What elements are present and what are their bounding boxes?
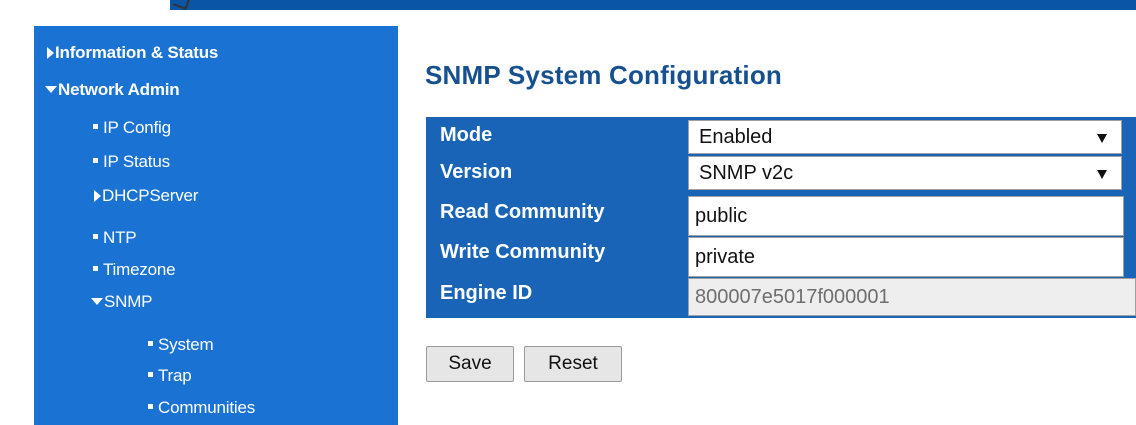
sidebar-item-information-status[interactable]: Information & Status bbox=[47, 43, 218, 63]
sidebar-item-network-admin[interactable]: Network Admin bbox=[45, 80, 180, 100]
sidebar-item-ip-status[interactable]: IP Status bbox=[93, 152, 170, 172]
sidebar-item-label: Network Admin bbox=[58, 80, 180, 99]
sidebar: Information & Status Network Admin IP Co… bbox=[0, 10, 398, 425]
main-content: SNMP System Configuration Mode Enabled V… bbox=[398, 10, 1136, 425]
version-selected-value: SNMP v2c bbox=[699, 162, 794, 184]
triangle-right-icon bbox=[94, 189, 101, 202]
sidebar-item-ip-config[interactable]: IP Config bbox=[93, 118, 171, 138]
write-community-input[interactable]: private bbox=[688, 237, 1124, 277]
bullet-icon bbox=[148, 372, 153, 378]
triangle-down-icon bbox=[91, 298, 103, 306]
mode-label: Mode bbox=[440, 124, 493, 146]
page: Information & Status Network Admin IP Co… bbox=[0, 0, 1136, 425]
read-community-label: Read Community bbox=[440, 201, 605, 223]
sidebar-item-timezone[interactable]: Timezone bbox=[93, 260, 176, 280]
version-select[interactable]: SNMP v2c bbox=[688, 156, 1122, 190]
triangle-right-icon bbox=[47, 46, 54, 59]
bullet-icon bbox=[148, 404, 153, 410]
bullet-icon bbox=[148, 341, 153, 347]
bullet-icon bbox=[93, 158, 98, 164]
mode-selected-value: Enabled bbox=[699, 126, 773, 148]
page-title: SNMP System Configuration bbox=[425, 60, 783, 90]
sidebar-item-label: DHCPServer bbox=[102, 186, 199, 205]
write-community-label: Write Community bbox=[440, 241, 606, 263]
sidebar-item-label: Communities bbox=[158, 398, 255, 417]
engine-id-field: 800007e5017f000001 bbox=[688, 278, 1136, 316]
save-button[interactable]: Save bbox=[426, 346, 514, 382]
sidebar-item-label: SNMP bbox=[104, 292, 153, 311]
bullet-icon bbox=[93, 124, 98, 130]
version-label: Version bbox=[440, 161, 513, 183]
sidebar-item-label: Timezone bbox=[103, 260, 176, 279]
sidebar-item-system[interactable]: System bbox=[148, 335, 214, 355]
sidebar-item-label: IP Status bbox=[103, 152, 170, 171]
sidebar-item-dhcpserver[interactable]: DHCPServer bbox=[94, 186, 198, 206]
sidebar-item-label: System bbox=[158, 335, 214, 354]
sidebar-item-snmp[interactable]: SNMP bbox=[91, 292, 153, 312]
sidebar-item-label: Trap bbox=[158, 366, 192, 385]
sidebar-item-label: IP Config bbox=[103, 118, 171, 137]
dropdown-arrow-icon bbox=[1097, 134, 1107, 143]
sidebar-item-communities[interactable]: Communities bbox=[148, 398, 255, 418]
snmp-config-table: Mode Enabled Version SNMP v2c Read Commu… bbox=[426, 117, 1136, 318]
dropdown-arrow-icon bbox=[1097, 170, 1107, 179]
triangle-down-icon bbox=[45, 86, 57, 94]
top-header-strip bbox=[0, 0, 1136, 10]
sidebar-item-label: Information & Status bbox=[55, 43, 219, 62]
mode-select[interactable]: Enabled bbox=[688, 120, 1122, 154]
bullet-icon bbox=[93, 266, 98, 272]
reset-button[interactable]: Reset bbox=[524, 346, 622, 382]
bullet-icon bbox=[93, 234, 98, 240]
sidebar-item-label: NTP bbox=[103, 228, 137, 247]
engine-id-label: Engine ID bbox=[440, 282, 533, 304]
sidebar-item-trap[interactable]: Trap bbox=[148, 366, 192, 386]
top-header-bar bbox=[170, 0, 1136, 10]
read-community-input[interactable]: public bbox=[688, 196, 1124, 236]
sidebar-item-ntp[interactable]: NTP bbox=[93, 228, 137, 248]
